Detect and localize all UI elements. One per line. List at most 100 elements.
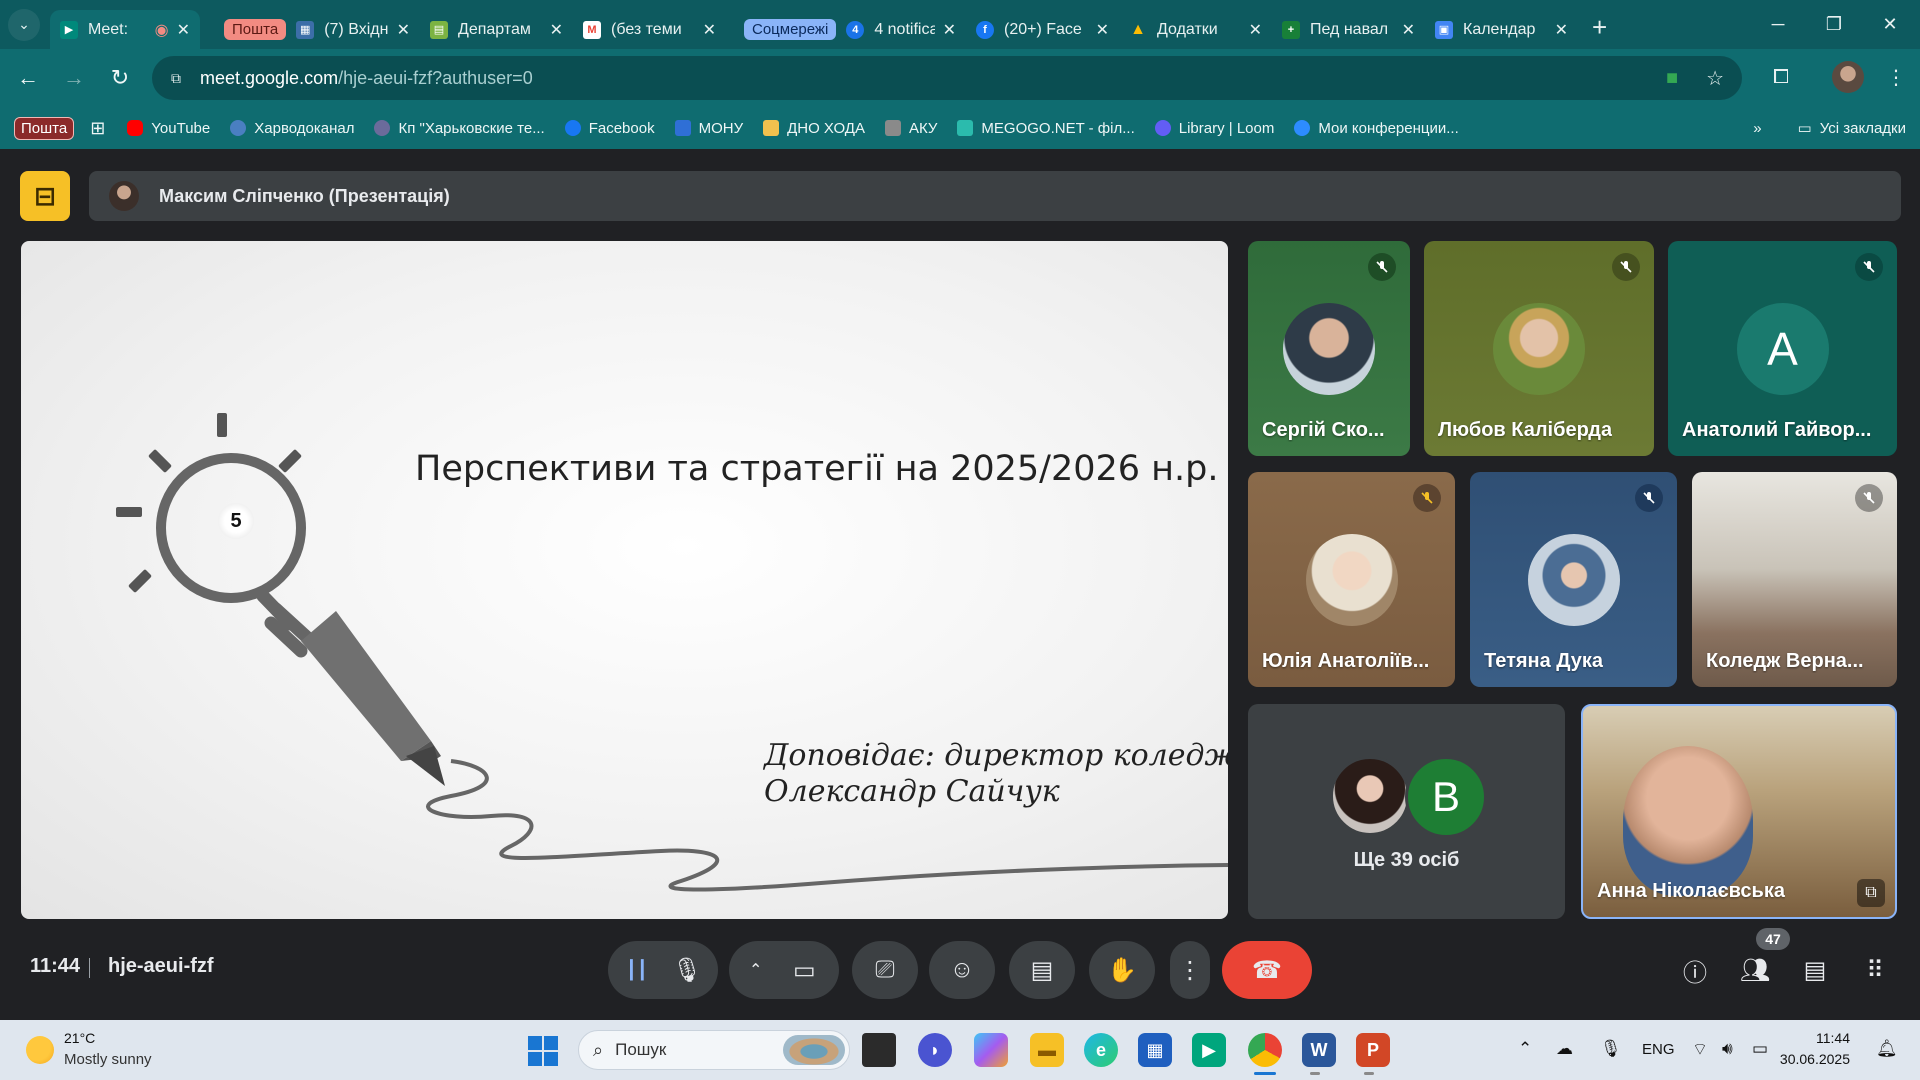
edge-icon[interactable]: e	[1084, 1033, 1118, 1067]
meet-app-icon[interactable]: ▶	[1192, 1033, 1226, 1067]
more-options-button[interactable]: ⋮	[1170, 941, 1210, 999]
camera-options-chevron-icon[interactable]: ⌃	[749, 960, 762, 980]
site-info-icon[interactable]: ⧉	[164, 66, 188, 90]
tab-calendar[interactable]: ▣ Календар ✕	[1425, 10, 1578, 49]
bookmark-youtube[interactable]: YouTube	[127, 120, 210, 137]
all-bookmarks-button[interactable]: ▭ Усі закладки	[1797, 119, 1906, 138]
address-bar[interactable]: ⧉ meet.google.com/hje-aeui-fzf?authuser=…	[152, 56, 1742, 100]
chat-app-icon[interactable]: ◗	[918, 1033, 952, 1067]
people-icon[interactable]: 👥︎	[1737, 952, 1773, 988]
profile-avatar[interactable]	[1832, 61, 1864, 93]
back-button[interactable]: ←	[8, 58, 48, 98]
weather-sun-icon[interactable]	[26, 1036, 54, 1064]
participant-tile[interactable]: Коледж Верна...	[1692, 472, 1897, 687]
bookmark-facebook[interactable]: Facebook	[564, 120, 655, 137]
tab-group-mail[interactable]: Пошта	[224, 19, 287, 40]
tab-inbox[interactable]: Пошта ▦ (7) Вхідні ✕	[200, 10, 420, 49]
more-bookmarks-icon[interactable]: »	[1753, 120, 1761, 137]
onedrive-icon[interactable]: ☁	[1556, 1039, 1573, 1059]
bookmark-loom[interactable]: Library | Loom	[1154, 120, 1274, 137]
tab-search-button[interactable]: ⌄	[8, 8, 40, 41]
leave-call-button[interactable]: ☎	[1222, 941, 1312, 999]
bookmark-group-mail[interactable]: Пошта	[14, 116, 75, 140]
wifi-icon[interactable]: ⌔	[1692, 1039, 1708, 1060]
meet-favicon-icon: ▶	[60, 20, 78, 39]
notifications-bell-icon[interactable]: 🔔︎	[1876, 1039, 1898, 1059]
camera-button[interactable]: ▭	[793, 956, 816, 985]
close-window-button[interactable]: ✕	[1860, 0, 1920, 49]
tab-gmail[interactable]: M (без теми ✕	[573, 10, 726, 49]
close-tab-icon[interactable]: ✕	[1555, 20, 1568, 40]
tab-drive[interactable]: ▲ Додатки ✕	[1119, 10, 1272, 49]
bookmark-megogo[interactable]: MEGOGO.NET - філ...	[957, 120, 1135, 137]
browser-menu-icon[interactable]: ⋮	[1880, 61, 1912, 93]
restore-button[interactable]: ❐	[1804, 0, 1864, 49]
close-tab-icon[interactable]: ✕	[397, 20, 410, 40]
raise-hand-button[interactable]: ✋	[1089, 941, 1155, 999]
bookmark-dno[interactable]: ДНО ХОДА	[763, 120, 865, 137]
bookmark-star-icon[interactable]: ☆	[1706, 66, 1724, 91]
tab-ped[interactable]: + Пед навал ✕	[1272, 10, 1425, 49]
reload-button[interactable]: ↻	[100, 58, 140, 98]
word-icon[interactable]: W	[1302, 1033, 1336, 1067]
captions-button[interactable]: ▤	[1009, 941, 1075, 999]
meeting-info-icon[interactable]: ⓘ	[1677, 952, 1713, 988]
tab-notifications[interactable]: Соцмережі 4 4 notificat ✕	[726, 10, 966, 49]
microphone-button[interactable]: 🎙︎	[672, 956, 702, 985]
participant-tile[interactable]: Любов Каліберда	[1424, 241, 1654, 456]
bookmark-harvodokanal[interactable]: Харводоканал	[230, 120, 354, 137]
meet-extension-icon[interactable]: ■	[1666, 67, 1678, 90]
pip-icon[interactable]: ⧉	[1857, 879, 1885, 907]
emoji-button[interactable]: ☺	[929, 941, 995, 999]
new-tab-button[interactable]: +	[1592, 12, 1607, 43]
participant-tile-self[interactable]: Анна Ніколаєвська ⧉	[1581, 704, 1897, 919]
close-tab-icon[interactable]: ✕	[550, 20, 563, 40]
participant-tile[interactable]: Тетяна Дука	[1470, 472, 1677, 687]
participant-tile[interactable]: A Анатолий Гайвор...	[1668, 241, 1897, 456]
presentation-icon[interactable]: ⊟	[20, 171, 70, 221]
close-tab-icon[interactable]: ✕	[177, 20, 190, 40]
file-explorer-icon[interactable]: ▬	[1030, 1033, 1064, 1067]
show-hidden-icons[interactable]: ⌃	[1518, 1039, 1532, 1059]
close-tab-icon[interactable]: ✕	[1402, 20, 1415, 40]
store-icon[interactable]: ▦	[1138, 1033, 1172, 1067]
bookmark-kp[interactable]: Кп "Харьковские те...	[374, 120, 545, 137]
extensions-icon[interactable]: ⧠	[1765, 61, 1797, 93]
tab-department[interactable]: ▤ Департам ✕	[420, 10, 573, 49]
powerpoint-icon[interactable]: P	[1356, 1033, 1390, 1067]
presenter-bar[interactable]: Максим Сліпченко (Презентація)	[89, 171, 1901, 221]
chat-icon[interactable]: ▤	[1797, 952, 1833, 988]
chrome-icon[interactable]	[1248, 1033, 1282, 1067]
folder-icon: ▭	[1797, 120, 1812, 137]
volume-icon[interactable]: 🔊︎	[1722, 1039, 1733, 1059]
present-screen-button[interactable]: ⎚	[852, 941, 918, 999]
tab-facebook[interactable]: f (20+) Face ✕	[966, 10, 1119, 49]
taskbar-time[interactable]: 11:44	[1786, 1030, 1850, 1046]
weather-description[interactable]: Mostly sunny	[64, 1051, 152, 1068]
microphone-tray-icon[interactable]: 🎙︎	[1600, 1039, 1622, 1059]
taskbar-search[interactable]: ⌕ Пошук	[578, 1030, 850, 1070]
taskbar-date[interactable]: 30.06.2025	[1776, 1051, 1850, 1067]
bookmark-monu[interactable]: МОНУ	[674, 120, 743, 137]
participant-tile[interactable]: Юлія Анатоліїв...	[1248, 472, 1455, 687]
language-indicator[interactable]: ENG	[1642, 1041, 1675, 1058]
activities-icon[interactable]: ⠿	[1857, 952, 1893, 988]
forward-button[interactable]: →	[54, 58, 94, 98]
close-tab-icon[interactable]: ✕	[1096, 20, 1109, 40]
weather-temperature[interactable]: 21°C	[64, 1030, 95, 1046]
participant-tile[interactable]: Сергій Ско...	[1248, 241, 1410, 456]
bookmark-aku[interactable]: АКУ	[884, 120, 937, 137]
minimize-button[interactable]: ─	[1748, 0, 1808, 49]
bookmark-zoom[interactable]: Мои конференции...	[1294, 120, 1459, 137]
more-participants-tile[interactable]: B Ще 39 осіб	[1248, 704, 1565, 919]
windows-start-icon[interactable]	[528, 1036, 558, 1066]
tab-group-social[interactable]: Соцмережі	[744, 19, 837, 40]
task-view-icon[interactable]	[862, 1033, 896, 1067]
close-tab-icon[interactable]: ✕	[943, 20, 956, 40]
close-tab-icon[interactable]: ✕	[1249, 20, 1262, 40]
tab-meet[interactable]: ▶ Meet: ◉ ✕	[50, 10, 200, 49]
copilot-icon[interactable]	[974, 1033, 1008, 1067]
battery-icon[interactable]: ▭	[1752, 1039, 1768, 1059]
apps-grid-icon[interactable]: ⊞	[90, 118, 105, 139]
close-tab-icon[interactable]: ✕	[703, 20, 716, 40]
